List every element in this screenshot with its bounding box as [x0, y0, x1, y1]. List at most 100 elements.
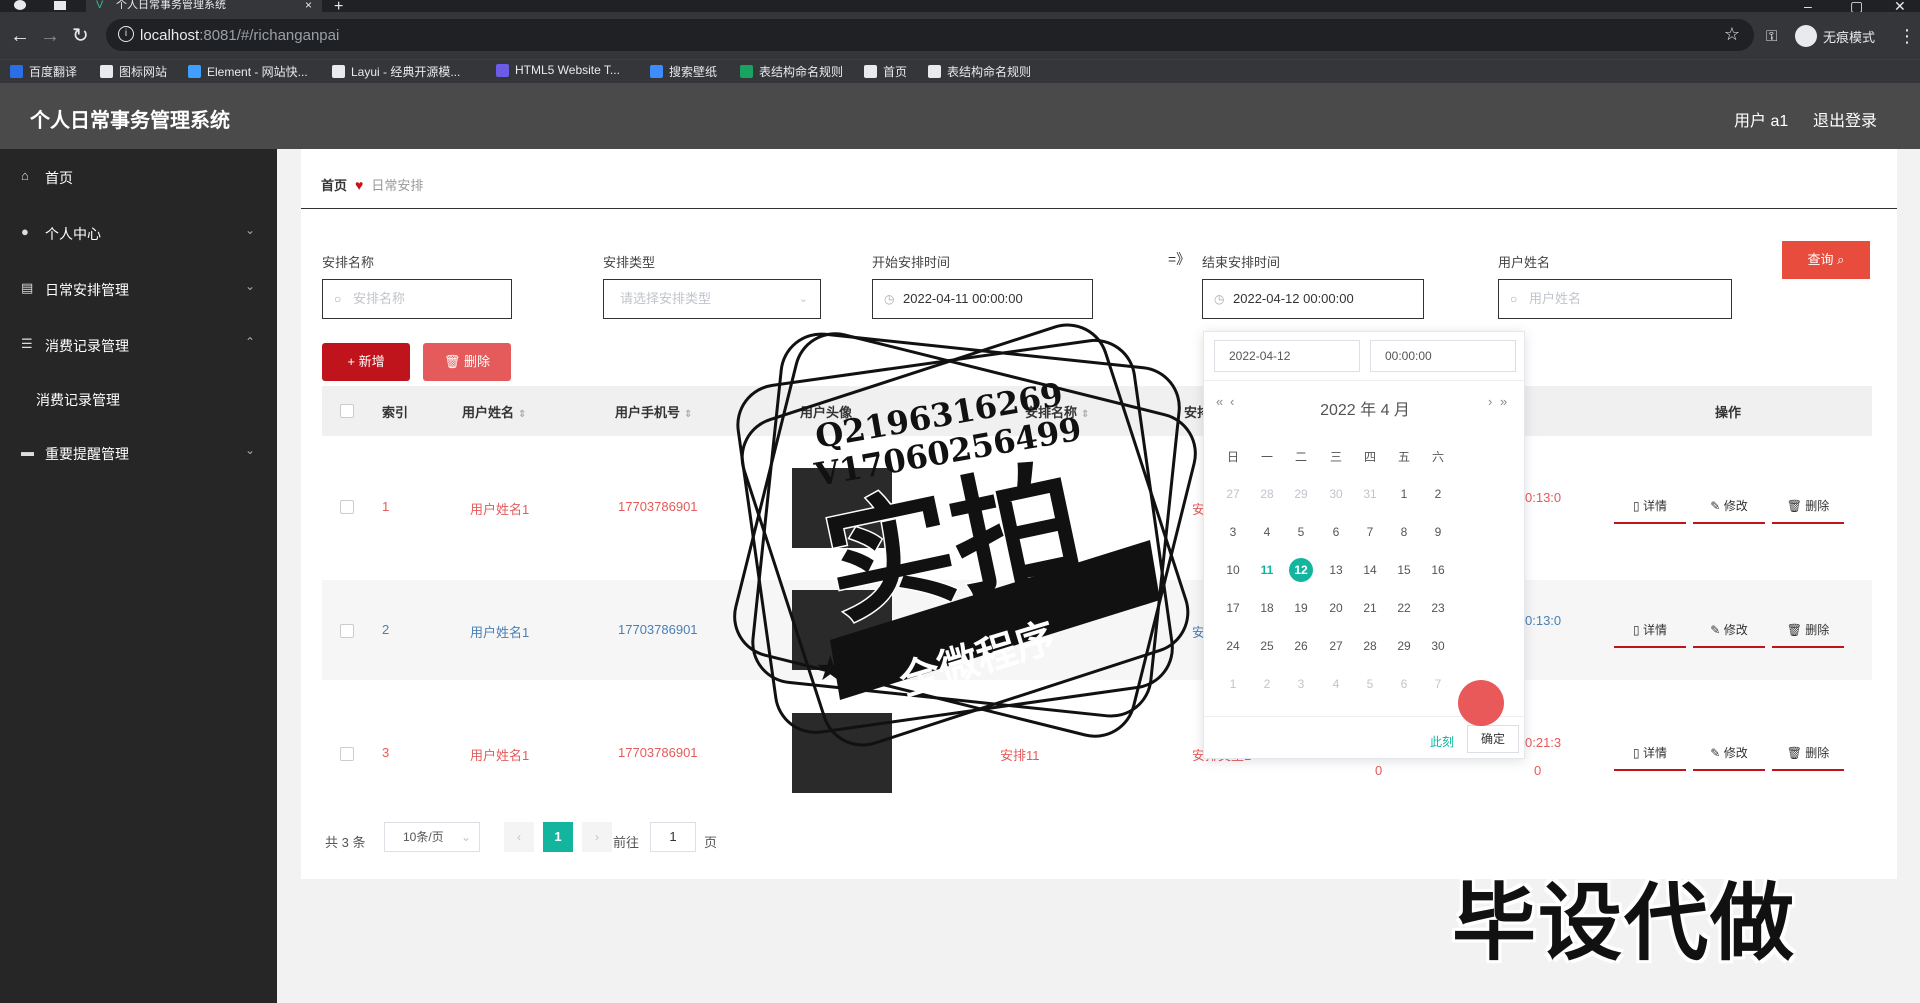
page-number-current[interactable]: 1	[543, 822, 573, 852]
picker-day[interactable]: 4	[1252, 520, 1282, 544]
picker-day[interactable]: 25	[1252, 634, 1282, 658]
select-all-checkbox[interactable]	[340, 404, 354, 418]
col-username[interactable]: 用户姓名 ⇕	[462, 402, 526, 421]
bookmark-item[interactable]: 百度翻译	[10, 63, 77, 80]
picker-day[interactable]: 6	[1321, 520, 1351, 544]
filter-start-input[interactable]: ◷ 2022-04-11 00:00:00	[872, 279, 1093, 319]
incognito-indicator[interactable]: 无痕模式	[1795, 25, 1875, 47]
edit-button[interactable]: ✎ 修改	[1693, 492, 1765, 524]
site-info-icon[interactable]: i	[118, 26, 134, 42]
picker-day[interactable]: 15	[1389, 558, 1419, 582]
picker-day[interactable]: 27	[1321, 634, 1351, 658]
sidebar-item-expense[interactable]: ☰ 消费记录管理 ⌃	[0, 325, 277, 365]
picker-day[interactable]: 3	[1218, 520, 1248, 544]
tab-close-icon[interactable]: ×	[305, 0, 312, 11]
password-key-icon[interactable]: ⚿	[1766, 28, 1777, 45]
add-button[interactable]: + 新增	[322, 343, 410, 381]
picker-day-other-month[interactable]: 2	[1252, 672, 1282, 696]
picker-day[interactable]: 18	[1252, 596, 1282, 620]
query-button[interactable]: 查询 ⌕	[1782, 241, 1870, 279]
detail-button[interactable]: ▯ 详情	[1614, 616, 1686, 648]
delete-button[interactable]: 🗑 删除	[1772, 616, 1844, 648]
browser-menu-icon[interactable]: ⋮	[1898, 26, 1916, 47]
picker-day[interactable]: 22	[1389, 596, 1419, 620]
picker-day-other-month[interactable]: 28	[1252, 482, 1282, 506]
picker-day-other-month[interactable]: 6	[1389, 672, 1419, 696]
col-phone[interactable]: 用户手机号 ⇕	[615, 402, 692, 421]
picker-date-input[interactable]: 2022-04-12	[1214, 340, 1360, 372]
picker-day[interactable]: 12	[1286, 558, 1316, 582]
bookmark-item[interactable]: 表结构命名规则	[740, 63, 843, 80]
next-year-icon[interactable]: »	[1500, 394, 1507, 409]
picker-day-other-month[interactable]: 5	[1355, 672, 1385, 696]
breadcrumb-home[interactable]: 首页	[321, 175, 347, 194]
picker-day-other-month[interactable]: 29	[1286, 482, 1316, 506]
next-page-button[interactable]: ›	[582, 822, 612, 852]
picker-day[interactable]: 10	[1218, 558, 1248, 582]
picker-day[interactable]: 21	[1355, 596, 1385, 620]
prev-page-button[interactable]: ‹	[504, 822, 534, 852]
row-checkbox[interactable]	[340, 624, 354, 638]
picker-day[interactable]: 8	[1389, 520, 1419, 544]
edit-button[interactable]: ✎ 修改	[1693, 616, 1765, 648]
picker-day-other-month[interactable]: 31	[1355, 482, 1385, 506]
sidebar-item-schedule[interactable]: ▤ 日常安排管理 ⌄	[0, 269, 277, 309]
batch-delete-button[interactable]: 🗑 删除	[423, 343, 511, 381]
picker-day[interactable]: 2	[1423, 482, 1453, 506]
detail-button[interactable]: ▯ 详情	[1614, 492, 1686, 524]
row-checkbox[interactable]	[340, 747, 354, 761]
picker-day[interactable]: 13	[1321, 558, 1351, 582]
picker-time-input[interactable]: 00:00:00	[1370, 340, 1516, 372]
bookmark-item[interactable]: 搜索壁纸	[650, 63, 717, 80]
picker-day[interactable]: 24	[1218, 634, 1248, 658]
page-size-select[interactable]: 10条/页 ⌄	[384, 822, 480, 852]
bookmark-item[interactable]: HTML5 Website T...	[496, 63, 620, 77]
picker-day[interactable]: 29	[1389, 634, 1419, 658]
bookmark-item[interactable]: 图标网站	[100, 63, 167, 80]
col-arrangement-name[interactable]: 安排名称 ⇕	[1025, 402, 1089, 421]
sidebar-item-personal-center[interactable]: ● 个人中心 ⌄	[0, 213, 277, 253]
picker-day[interactable]: 19	[1286, 596, 1316, 620]
picker-day[interactable]: 5	[1286, 520, 1316, 544]
picker-day[interactable]: 20	[1321, 596, 1351, 620]
filter-type-select[interactable]: 请选择安排类型 ⌄	[603, 279, 821, 319]
filter-end-input[interactable]: ◷ 2022-04-12 00:00:00	[1202, 279, 1424, 319]
bookmark-star-icon[interactable]: ☆	[1724, 24, 1740, 45]
picker-day[interactable]: 7	[1355, 520, 1385, 544]
picker-day[interactable]: 16	[1423, 558, 1453, 582]
picker-day[interactable]: 26	[1286, 634, 1316, 658]
picker-day[interactable]: 11	[1252, 558, 1282, 582]
picker-confirm-button[interactable]: 确定	[1467, 725, 1519, 753]
bookmark-item[interactable]: Element - 网站快...	[188, 63, 308, 80]
delete-button[interactable]: 🗑 删除	[1772, 739, 1844, 771]
picker-now-button[interactable]: 此刻	[1430, 733, 1454, 750]
filter-name-input[interactable]: ○ 安排名称	[322, 279, 512, 319]
picker-day-other-month[interactable]: 30	[1321, 482, 1351, 506]
forward-icon[interactable]: →	[40, 26, 60, 46]
delete-button[interactable]: 🗑 删除	[1772, 492, 1844, 524]
picker-day[interactable]: 28	[1355, 634, 1385, 658]
picker-day[interactable]: 17	[1218, 596, 1248, 620]
picker-day[interactable]: 14	[1355, 558, 1385, 582]
sidebar-item-reminders[interactable]: ▬ 重要提醒管理 ⌄	[0, 433, 277, 473]
bookmark-item[interactable]: 表结构命名规则	[928, 63, 1031, 80]
picker-day[interactable]: 23	[1423, 596, 1453, 620]
picker-day[interactable]: 1	[1389, 482, 1419, 506]
edit-button[interactable]: ✎ 修改	[1693, 739, 1765, 771]
reload-icon[interactable]: ↻	[72, 26, 89, 46]
picker-day-other-month[interactable]: 27	[1218, 482, 1248, 506]
logout-link[interactable]: 退出登录	[1813, 107, 1877, 131]
row-checkbox[interactable]	[340, 500, 354, 514]
back-icon[interactable]: ←	[10, 26, 30, 46]
filter-user-input[interactable]: ○ 用户姓名	[1498, 279, 1732, 319]
tab-search-icon[interactable]	[54, 1, 66, 10]
bookmark-item[interactable]: 首页	[864, 63, 907, 80]
detail-button[interactable]: ▯ 详情	[1614, 739, 1686, 771]
bookmark-item[interactable]: Layui - 经典开源模...	[332, 63, 460, 80]
sidebar-subitem-expense[interactable]: 消费记录管理	[0, 379, 277, 419]
address-bar[interactable]: i localhost:8081/#/richanganpai ☆	[106, 19, 1754, 51]
picker-day-other-month[interactable]: 3	[1286, 672, 1316, 696]
sidebar-item-home[interactable]: ⌂ 首页	[0, 157, 277, 197]
picker-day[interactable]: 9	[1423, 520, 1453, 544]
picker-day-other-month[interactable]: 1	[1218, 672, 1248, 696]
